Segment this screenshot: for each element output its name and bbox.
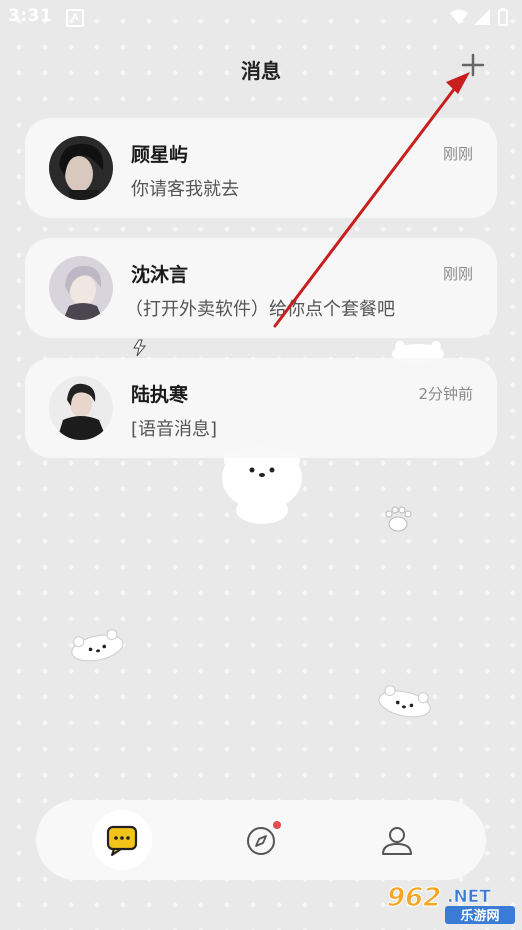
status-time: 3:31 <box>8 6 53 26</box>
chat-last-message: 你请客我就去 <box>131 179 239 200</box>
chat-time: 2分钟前 <box>418 385 473 403</box>
avatar <box>49 136 113 200</box>
chat-name: 陆执寒 <box>131 384 189 406</box>
chat-bubble-icon <box>106 825 138 856</box>
chat-name: 顾星屿 <box>131 144 189 166</box>
notification-a-icon: A <box>66 9 84 27</box>
avatar <box>49 256 113 320</box>
tab-discover[interactable] <box>231 810 291 870</box>
tab-messages[interactable] <box>92 810 152 870</box>
chat-item[interactable]: 顾星屿 刚刚 你请客我就去 <box>25 118 497 218</box>
tab-profile[interactable] <box>367 810 427 870</box>
status-icons <box>448 7 512 31</box>
chat-item[interactable]: 陆执寒 2分钟前 [语音消息] <box>25 358 497 458</box>
avatar <box>49 376 113 440</box>
watermark-logo-icon: 962 .NET 乐游网 <box>387 883 515 924</box>
notification-dot <box>273 821 281 829</box>
svg-text:乐游网: 乐游网 <box>460 908 499 924</box>
lightning-sticker-icon <box>133 339 147 357</box>
person-icon <box>382 827 412 855</box>
avatar-silver-hair-icon <box>49 256 113 320</box>
chat-last-message: （打开外卖软件）给你点个套餐吧 <box>125 299 395 320</box>
avatar-black-coat-icon <box>49 376 113 440</box>
site-watermark: 962 .NET 乐游网 <box>383 878 519 926</box>
page-title: 消息 <box>241 59 281 83</box>
chat-last-message: [语音消息] <box>131 419 218 440</box>
svg-text:962: 962 <box>387 883 441 913</box>
bottom-tab-bar <box>36 800 486 880</box>
wifi-signal-battery-icon <box>450 8 508 26</box>
plus-icon <box>461 53 485 77</box>
chat-name: 沈沐言 <box>131 264 189 286</box>
bear-sticker-icon <box>378 685 431 718</box>
avatar-dark-hair-icon <box>49 136 113 200</box>
svg-text:.NET: .NET <box>447 887 491 907</box>
chat-item[interactable]: 沈沐言 刚刚 （打开外卖软件）给你点个套餐吧 <box>25 238 497 338</box>
add-button[interactable] <box>458 50 488 80</box>
status-bar: 3:31 A <box>0 0 522 34</box>
bear-sticker-icon <box>71 629 124 662</box>
chat-time: 刚刚 <box>442 145 473 163</box>
chat-time: 刚刚 <box>442 265 473 283</box>
paw-sticker-icon <box>385 506 412 532</box>
compass-icon <box>247 821 281 855</box>
